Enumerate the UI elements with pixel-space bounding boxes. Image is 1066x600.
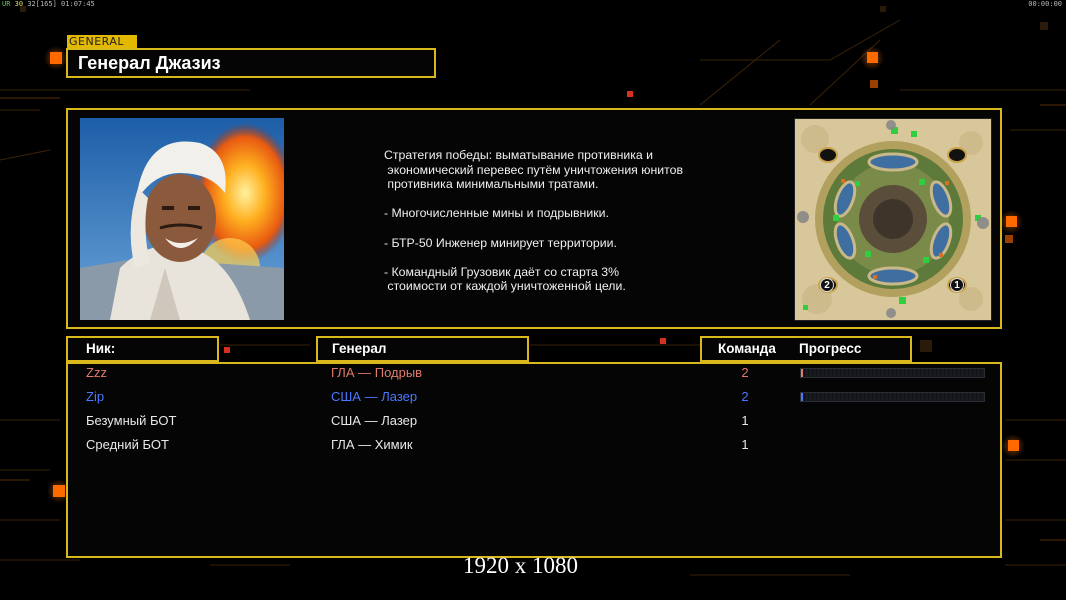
header-general: Генерал (316, 336, 529, 362)
general-portrait (80, 118, 284, 320)
resolution-label: 1920 x 1080 (463, 553, 578, 578)
hud-value-b: 32 (27, 0, 36, 8)
player-progress-bar (800, 368, 985, 378)
progress-ticks (801, 393, 984, 401)
start-slot-1[interactable]: 1 (950, 278, 964, 292)
fps-counter: UR 30 32[165] 01:07:45 (2, 0, 95, 8)
start-slot-2[interactable]: 2 (820, 278, 834, 292)
player-nick: Zzz (86, 365, 107, 380)
player-general: США — Лазер (331, 389, 418, 404)
player-progress-bar (800, 392, 985, 402)
header-team-progress: Команда Прогресс (700, 336, 912, 362)
header-nick: Ник: (66, 336, 219, 362)
player-nick: Безумный БОТ (86, 413, 177, 428)
hud-value-c: [165] (35, 0, 57, 8)
player-nick: Средний БОТ (86, 437, 169, 452)
game-timer: 00:00:00 (1028, 0, 1062, 8)
player-team: 1 (741, 437, 749, 452)
header-progress: Прогресс (799, 341, 862, 356)
section-tag: GENERAL (67, 35, 137, 48)
player-team: 1 (741, 413, 749, 428)
player-team: 2 (741, 389, 749, 404)
progress-ticks (801, 369, 984, 377)
player-general: ГЛА — Химик (331, 437, 413, 452)
hud-time: 01:07:45 (61, 0, 95, 8)
hud-value-a: 30 (14, 0, 24, 8)
player-general: США — Лазер (331, 413, 418, 428)
general-description: Стратегия победы: выматывание противника… (384, 148, 684, 294)
player-team: 2 (741, 365, 749, 380)
player-general: ГЛА — Подрыв (331, 365, 423, 380)
map-preview: 2 1 (794, 118, 992, 321)
player-nick: Zip (86, 389, 105, 404)
header-team: Команда (718, 341, 776, 356)
general-name-title: Генерал Джазиз (66, 48, 436, 78)
hud-prefix: UR (2, 0, 11, 8)
